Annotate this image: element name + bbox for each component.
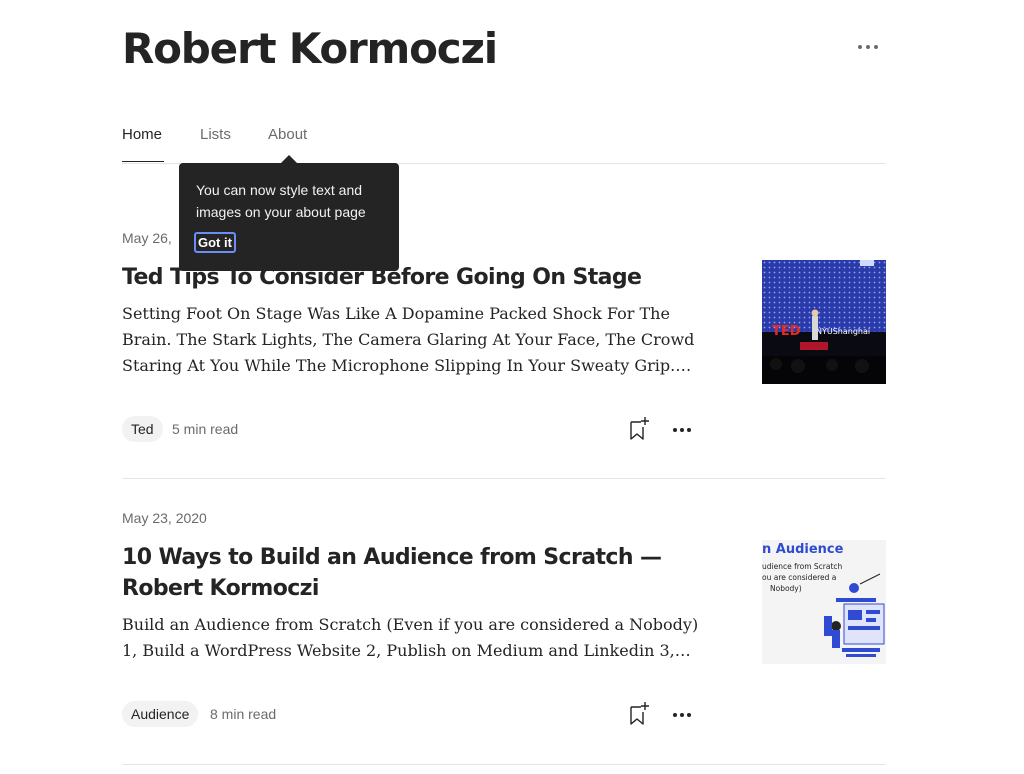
thumb-heading: n Audience xyxy=(762,542,844,557)
more-options-icon[interactable] xyxy=(856,40,880,52)
tab-home[interactable]: Home xyxy=(122,126,162,144)
got-it-button[interactable]: Got it xyxy=(194,232,236,253)
tooltip-message: You can now style text and images on you… xyxy=(196,182,366,220)
thumb-line: ou are considered a xyxy=(762,573,836,582)
tab-about[interactable]: About xyxy=(268,126,307,144)
read-time: 8 min read xyxy=(210,706,277,722)
thumb-line: udience from Scratch xyxy=(762,562,843,571)
article-thumbnail[interactable]: n Audience udience from Scratch ou are c… xyxy=(762,540,886,664)
topic-tag[interactable]: Ted xyxy=(122,416,163,442)
article-meta-row: Audience 8 min read xyxy=(122,701,702,733)
profile-page: Robert Kormoczi Home Lists About You can… xyxy=(0,0,1024,774)
venue-text: NYUShanghai xyxy=(816,327,870,336)
article-excerpt-text: Build an Audience from Scratch (Even if … xyxy=(122,615,699,660)
article-date: May 26, xyxy=(122,230,172,246)
article-card: May 23, 2020 10 Ways to Build an Audienc… xyxy=(122,506,886,766)
topic-tag[interactable]: Audience xyxy=(122,701,199,727)
article-divider xyxy=(122,478,886,479)
ted-logo-text: TED xyxy=(772,324,801,339)
article-meta-row: Ted 5 min read xyxy=(122,416,702,448)
bookmark-add-icon[interactable] xyxy=(628,416,650,442)
tooltip-arrow xyxy=(281,155,297,163)
article-divider xyxy=(122,764,886,765)
tab-lists[interactable]: Lists xyxy=(200,126,231,144)
article-excerpt-text: Setting Foot On Stage Was Like A Dopamin… xyxy=(122,304,695,375)
thumb-line: Nobody) xyxy=(770,584,802,593)
author-name[interactable]: Robert Kormoczi xyxy=(122,22,886,76)
more-options-icon[interactable] xyxy=(672,708,692,720)
active-tab-indicator xyxy=(122,161,164,162)
more-options-icon[interactable] xyxy=(672,423,692,435)
article-thumbnail[interactable]: TED NYUShanghai xyxy=(762,260,886,384)
bookmark-add-icon[interactable] xyxy=(628,701,650,727)
profile-header: Robert Kormoczi xyxy=(122,22,886,82)
article-title[interactable]: 10 Ways to Build an Audience from Scratc… xyxy=(122,542,662,604)
profile-tabs: Home Lists About xyxy=(122,118,886,164)
article-date: May 23, 2020 xyxy=(122,510,207,526)
read-time: 5 min read xyxy=(172,421,239,437)
article-excerpt[interactable]: Build an Audience from Scratch (Even if … xyxy=(122,612,702,664)
article-excerpt[interactable]: Setting Foot On Stage Was Like A Dopamin… xyxy=(122,301,702,379)
about-page-tooltip: You can now style text and images on you… xyxy=(179,155,399,271)
